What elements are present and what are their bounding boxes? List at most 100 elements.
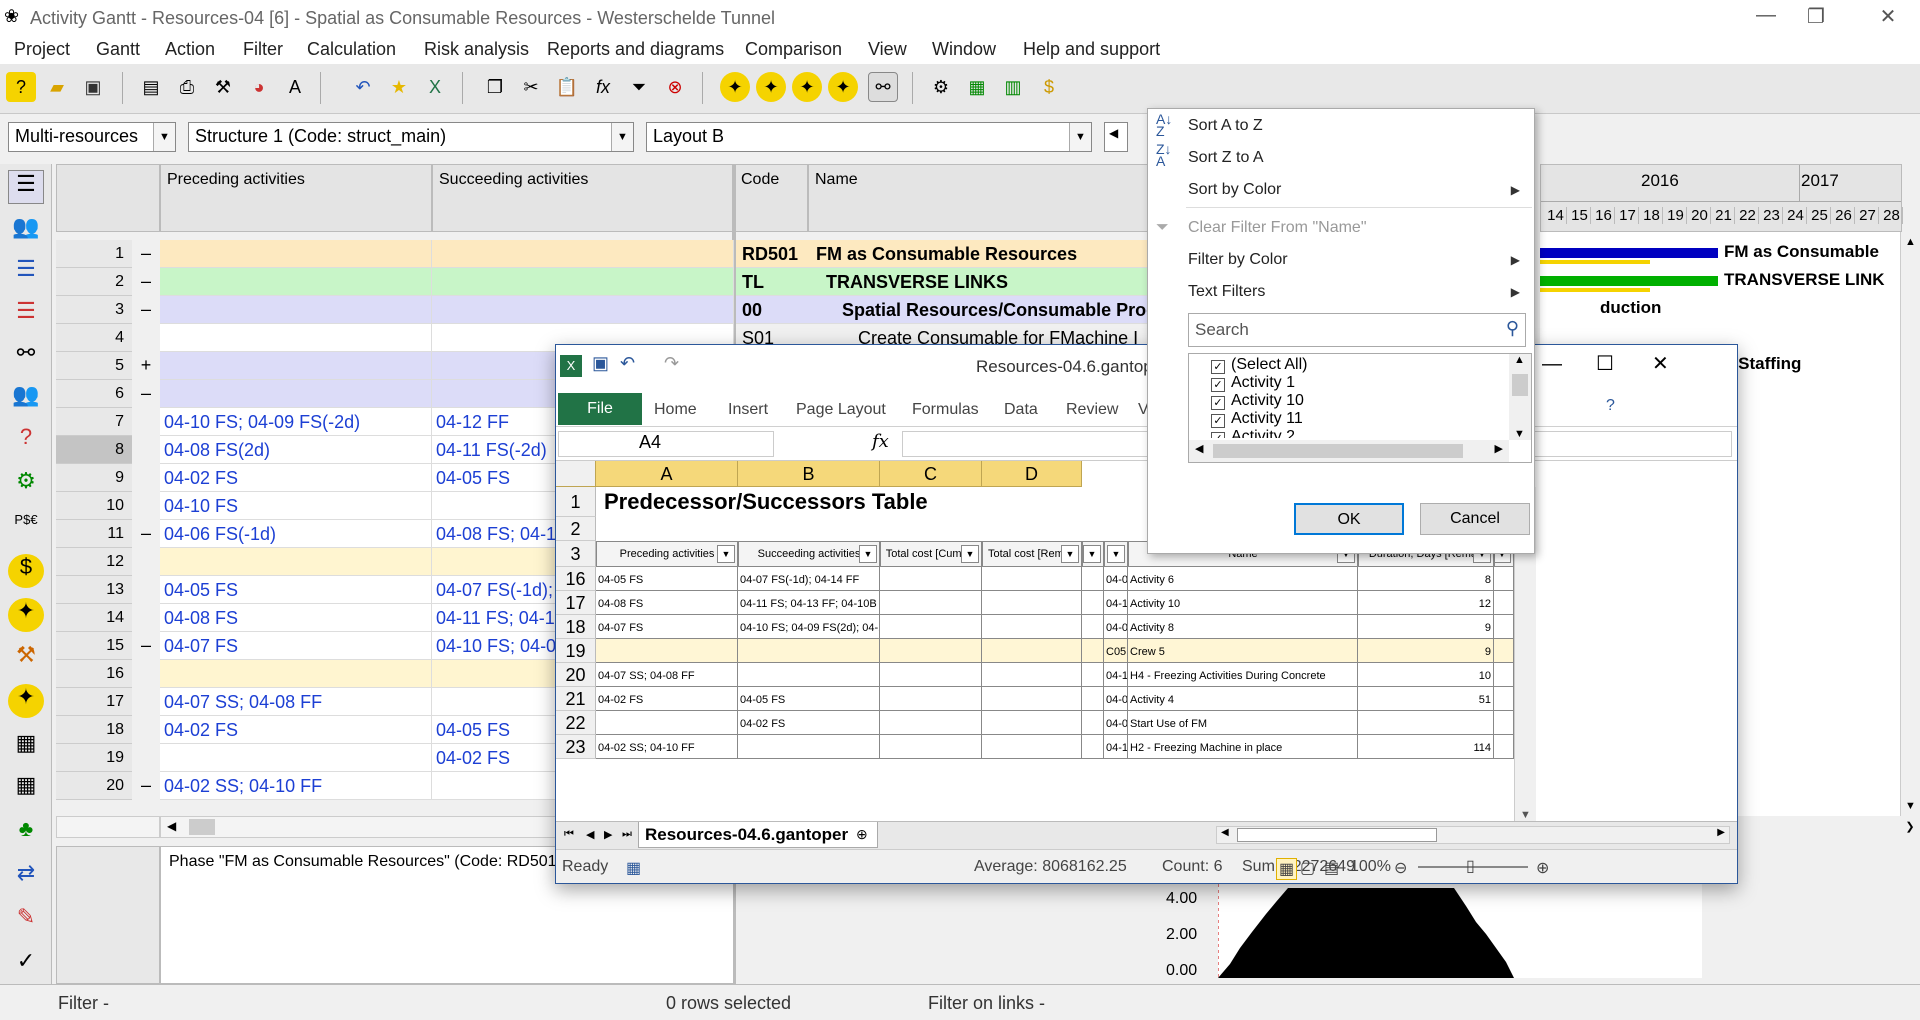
cost-icon[interactable]: P$€ bbox=[8, 512, 44, 546]
menu-risk-analysis[interactable]: Risk analysis bbox=[424, 39, 529, 60]
resource-1-icon[interactable]: ✦ bbox=[720, 72, 750, 102]
link-icon[interactable]: ⚯ bbox=[868, 72, 898, 102]
checklist-icon[interactable]: ✎ bbox=[8, 904, 44, 938]
filter-icon[interactable]: ⏷ bbox=[624, 72, 654, 102]
filter-dropdown-icon[interactable]: ▼ bbox=[1107, 545, 1125, 563]
menu-filter[interactable]: Filter bbox=[243, 39, 283, 60]
scroll-left-button[interactable]: ◀ bbox=[1104, 122, 1128, 152]
succeeding-cell[interactable] bbox=[432, 268, 734, 296]
cell-name[interactable]: Activity 8 bbox=[1128, 615, 1358, 639]
row-number[interactable]: 20 bbox=[56, 772, 132, 800]
save-icon[interactable]: ▣ bbox=[78, 72, 108, 102]
minimize-icon[interactable]: — bbox=[1542, 353, 1562, 376]
row-number[interactable]: 10 bbox=[56, 492, 132, 520]
preceding-cell[interactable]: 04-02 SS; 04-10 FF bbox=[160, 772, 432, 800]
gantt-bar-green[interactable] bbox=[1540, 276, 1718, 286]
row-header[interactable]: 20 bbox=[556, 663, 596, 687]
succeeding-cell[interactable] bbox=[432, 240, 734, 268]
code-cell[interactable]: TL bbox=[736, 268, 810, 296]
star-icon[interactable]: ★ bbox=[384, 72, 414, 102]
filter-dropdown-icon[interactable]: ▼ bbox=[717, 545, 735, 563]
cell-code[interactable]: 04-15 bbox=[1104, 663, 1128, 687]
red-bars-icon[interactable]: ☰ bbox=[8, 298, 44, 332]
filter-header-cell[interactable]: Cc▼ bbox=[1104, 541, 1128, 567]
filter-dropdown-icon[interactable]: ▼ bbox=[1061, 545, 1079, 563]
page-layout-icon[interactable]: ▢ bbox=[1300, 858, 1315, 878]
filter-by-color[interactable]: Filter by Color bbox=[1188, 251, 1288, 269]
cell-succeeding[interactable]: 04-05 FS bbox=[738, 687, 880, 711]
row-scrollbar[interactable] bbox=[56, 816, 160, 838]
row-number[interactable]: 7 bbox=[56, 408, 132, 436]
cell-preceding[interactable]: 04-02 FS bbox=[596, 687, 738, 711]
cell-code[interactable]: C05 bbox=[1104, 639, 1128, 663]
cell-i[interactable] bbox=[1082, 711, 1104, 735]
sheet-nav-next-icon[interactable]: ▶ bbox=[604, 828, 612, 841]
filter-header-cell[interactable]: Ir▼ bbox=[1082, 541, 1104, 567]
undo-icon[interactable]: ↶ bbox=[620, 353, 635, 374]
help-icon[interactable]: ? bbox=[6, 72, 36, 102]
cell-code[interactable]: 04-06 bbox=[1104, 567, 1128, 591]
close-icon[interactable]: ✕ bbox=[1652, 351, 1669, 376]
row-header[interactable]: 18 bbox=[556, 615, 596, 639]
menu-action[interactable]: Action bbox=[165, 39, 215, 60]
cell-total-remain[interactable] bbox=[982, 687, 1082, 711]
row-number[interactable]: 19 bbox=[56, 744, 132, 772]
tab-formulas[interactable]: Formulas bbox=[912, 401, 979, 419]
page-break-icon[interactable]: ▤ bbox=[1324, 858, 1339, 878]
preceding-cell[interactable] bbox=[160, 296, 432, 324]
cell-total-cumul[interactable] bbox=[880, 687, 982, 711]
checklist-2-icon[interactable]: ✓ bbox=[8, 948, 44, 982]
clear-filter-icon[interactable]: ⊗ bbox=[660, 72, 690, 102]
cell-code[interactable]: 04-10 bbox=[1104, 591, 1128, 615]
menu-calculation[interactable]: Calculation bbox=[307, 39, 396, 60]
cell-op[interactable] bbox=[1494, 639, 1514, 663]
name-cell[interactable]: Spatial Resources/Consumable Proc bbox=[810, 296, 1148, 324]
font-icon[interactable]: A bbox=[280, 72, 310, 102]
cell-duration[interactable]: 114 bbox=[1358, 735, 1494, 759]
menu-help[interactable]: Help and support bbox=[1023, 39, 1160, 60]
code-cell[interactable]: RD501 bbox=[736, 240, 810, 268]
cell-op[interactable] bbox=[1494, 615, 1514, 639]
preceding-cell[interactable]: 04-10 FS bbox=[160, 492, 432, 520]
gantt-view-icon[interactable]: ☰ bbox=[8, 170, 44, 204]
cell-total-cumul[interactable] bbox=[880, 567, 982, 591]
cell-preceding[interactable]: 04-07 SS; 04-08 FF bbox=[596, 663, 738, 687]
row-expander[interactable] bbox=[134, 464, 158, 492]
menu-comparison[interactable]: Comparison bbox=[745, 39, 842, 60]
cut-icon[interactable]: ✂ bbox=[516, 72, 546, 102]
preceding-cell[interactable] bbox=[160, 268, 432, 296]
text-filters[interactable]: Text Filters bbox=[1188, 283, 1265, 301]
cell-duration[interactable]: 10 bbox=[1358, 663, 1494, 687]
cell-duration[interactable]: 51 bbox=[1358, 687, 1494, 711]
cell-i[interactable] bbox=[1082, 591, 1104, 615]
team-icon[interactable]: ✦ bbox=[8, 598, 44, 632]
preceding-cell[interactable]: 04-02 FS bbox=[160, 716, 432, 744]
row-number[interactable]: 2 bbox=[56, 268, 132, 296]
row-number[interactable]: 18 bbox=[56, 716, 132, 744]
row-expander[interactable] bbox=[134, 660, 158, 688]
structure-select[interactable]: Structure 1 (Code: struct_main) ▼ bbox=[188, 122, 634, 152]
machine-icon[interactable]: ⚙ bbox=[8, 468, 44, 502]
col-header-c[interactable]: C bbox=[880, 461, 982, 487]
row-number[interactable]: 3 bbox=[56, 296, 132, 324]
row-number[interactable]: 14 bbox=[56, 604, 132, 632]
cell-total-remain[interactable] bbox=[982, 639, 1082, 663]
cell-succeeding[interactable]: 04-11 FS; 04-13 FF; 04-10B FS bbox=[738, 591, 880, 615]
cell-name[interactable]: H2 - Freezing Machine in place bbox=[1128, 735, 1358, 759]
preceding-cell[interactable] bbox=[160, 744, 432, 772]
cell-total-cumul[interactable] bbox=[880, 639, 982, 663]
cell-op[interactable] bbox=[1494, 591, 1514, 615]
select-all-corner[interactable] bbox=[556, 461, 596, 487]
tools-icon[interactable]: ⚒ bbox=[208, 72, 238, 102]
cell-succeeding[interactable] bbox=[738, 735, 880, 759]
menu-gantt[interactable]: Gantt bbox=[96, 39, 140, 60]
calendar-icon[interactable]: ▦ bbox=[8, 730, 44, 764]
row-expander[interactable] bbox=[134, 576, 158, 604]
row-expander[interactable] bbox=[134, 744, 158, 772]
tree-icon[interactable]: ♣ bbox=[8, 816, 44, 850]
row-number[interactable]: 13 bbox=[56, 576, 132, 604]
cell-preceding[interactable] bbox=[596, 711, 738, 735]
cell-op[interactable] bbox=[1494, 567, 1514, 591]
row-header[interactable]: 16 bbox=[556, 567, 596, 591]
money-icon[interactable]: $ bbox=[1034, 72, 1064, 102]
